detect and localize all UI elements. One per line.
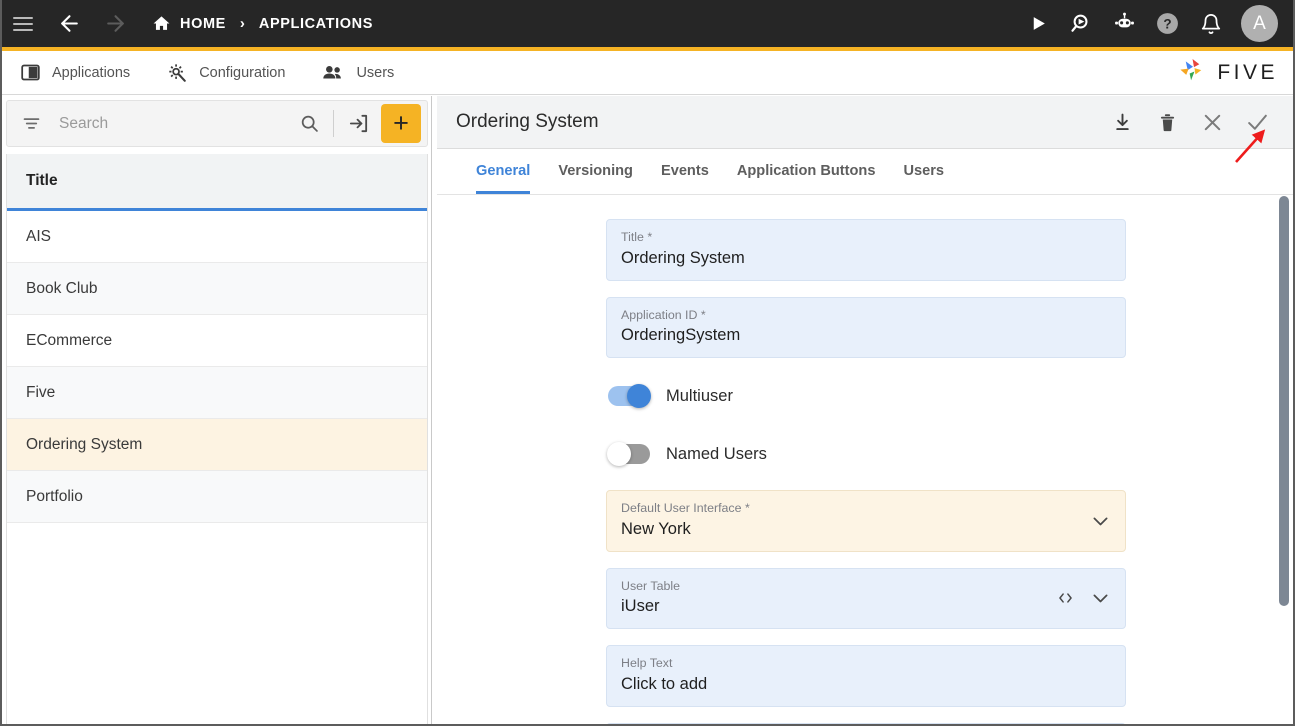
application-window: HOME › APPLICATIONS ? A Applications Con… bbox=[0, 0, 1295, 726]
window-border bbox=[0, 0, 1295, 726]
